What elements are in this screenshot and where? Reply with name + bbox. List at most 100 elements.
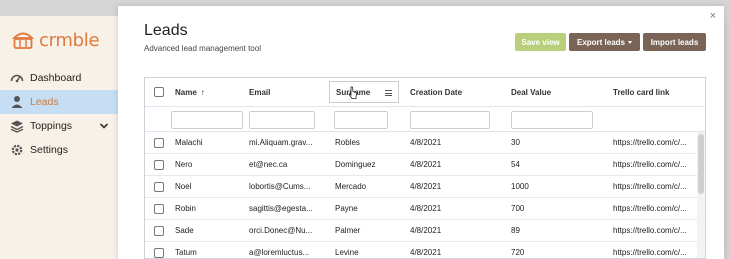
filter-input-surname[interactable] <box>334 111 388 129</box>
grid-body: Malachi mi.Aliquam.grav... Robles 4/8/20… <box>145 132 705 258</box>
cell-name: Nero <box>175 160 193 169</box>
cell-email: sagittis@egesta... <box>249 204 313 213</box>
sidebar-item-dashboard[interactable]: Dashboard <box>0 66 118 90</box>
cell-trello-link[interactable]: https://trello.com/c/... <box>613 132 697 154</box>
column-header-creation-date[interactable]: Creation Date <box>410 78 462 106</box>
sidebar-item-leads[interactable]: Leads <box>0 90 118 114</box>
cell-surname: Levine <box>335 248 359 257</box>
cell-surname: Payne <box>335 204 358 213</box>
save-view-label: Save view <box>521 37 560 47</box>
cell-creation-date: 4/8/2021 <box>410 248 442 257</box>
import-leads-button[interactable]: Import leads <box>643 33 706 51</box>
caret-down-icon <box>628 40 632 44</box>
import-leads-label: Import leads <box>650 37 699 47</box>
table-row[interactable]: Noel lobortis@Cums... Mercado 4/8/2021 1… <box>145 176 705 198</box>
sidebar-item-settings[interactable]: Settings <box>0 138 118 162</box>
column-header-surname[interactable]: Surname <box>329 81 399 103</box>
cell-surname: Palmer <box>335 226 361 235</box>
sidebar: crmble Dashboard Leads Toppings Settings <box>0 16 118 259</box>
column-header-label: Name <box>175 87 197 97</box>
save-view-button[interactable]: Save view <box>515 33 566 51</box>
sidebar-item-label: Settings <box>30 144 68 156</box>
cell-email: a@loremluctus... <box>249 248 310 257</box>
row-checkbox[interactable] <box>154 160 164 170</box>
cell-deal-value: 30 <box>511 138 520 147</box>
leads-modal: × Leads Advanced lead management tool Sa… <box>118 6 724 259</box>
sort-ascending-icon[interactable]: ↑ <box>201 88 205 97</box>
export-leads-button[interactable]: Export leads <box>569 33 640 51</box>
cell-creation-date: 4/8/2021 <box>410 138 442 147</box>
column-menu-icon[interactable] <box>385 90 392 96</box>
cell-creation-date: 4/8/2021 <box>410 160 442 169</box>
cell-name: Malachi <box>175 138 203 147</box>
column-header-label: Creation Date <box>410 87 463 97</box>
table-row[interactable]: Robin sagittis@egesta... Payne 4/8/2021 … <box>145 198 705 220</box>
checkbox[interactable] <box>154 87 164 97</box>
filter-input-email[interactable] <box>249 111 315 129</box>
cell-deal-value: 700 <box>511 204 525 213</box>
cell-trello-link[interactable]: https://trello.com/c/... <box>613 198 697 220</box>
row-checkbox[interactable] <box>154 204 164 214</box>
close-icon[interactable]: × <box>710 10 716 22</box>
cell-surname: Robles <box>335 138 360 147</box>
cell-creation-date: 4/8/2021 <box>410 204 442 213</box>
export-leads-label: Export leads <box>576 37 625 47</box>
grid-header: Name ↑ Email Surname Creation Date Deal … <box>145 78 705 106</box>
table-row[interactable]: Malachi mi.Aliquam.grav... Robles 4/8/20… <box>145 132 705 154</box>
row-checkbox[interactable] <box>154 226 164 236</box>
cell-email: orci.Donec@Nu... <box>249 226 313 235</box>
row-checkbox[interactable] <box>154 138 164 148</box>
dashboard-icon <box>10 74 24 83</box>
cell-trello-link[interactable]: https://trello.com/c/... <box>613 176 697 198</box>
column-header-deal-value[interactable]: Deal Value <box>511 78 551 106</box>
layers-icon <box>10 120 24 133</box>
sidebar-item-label: Toppings <box>30 120 73 132</box>
crumble-logo-icon <box>12 32 34 49</box>
table-row[interactable]: Tatum a@loremluctus... Levine 4/8/2021 7… <box>145 242 705 258</box>
leads-grid: Name ↑ Email Surname Creation Date Deal … <box>144 77 706 259</box>
cell-trello-link[interactable]: https://trello.com/c/... <box>613 220 697 242</box>
sidebar-item-label: Dashboard <box>30 72 82 84</box>
sidebar-nav: Dashboard Leads Toppings Settings <box>0 66 118 162</box>
row-checkbox[interactable] <box>154 248 164 258</box>
column-header-email[interactable]: Email <box>249 78 270 106</box>
table-row[interactable]: Sade orci.Donec@Nu... Palmer 4/8/2021 89… <box>145 220 705 242</box>
cell-deal-value: 89 <box>511 226 520 235</box>
sidebar-item-label: Leads <box>30 96 59 108</box>
cell-trello-link[interactable]: https://trello.com/c/... <box>613 242 697 258</box>
cell-email: et@nec.ca <box>249 160 288 169</box>
column-header-name[interactable]: Name ↑ <box>175 78 205 106</box>
cell-name: Sade <box>175 226 194 235</box>
vertical-scrollbar[interactable] <box>697 132 705 258</box>
cell-deal-value: 1000 <box>511 182 529 191</box>
cell-creation-date: 4/8/2021 <box>410 226 442 235</box>
chevron-down-icon[interactable] <box>98 120 110 132</box>
logo[interactable]: crmble <box>12 26 100 54</box>
filter-input-deal-value[interactable] <box>511 111 593 129</box>
column-header-trello-link[interactable]: Trello card link <box>613 78 669 106</box>
cell-deal-value: 720 <box>511 248 525 257</box>
gear-icon <box>11 144 23 156</box>
user-icon <box>11 96 23 108</box>
sidebar-item-toppings[interactable]: Toppings <box>0 114 118 138</box>
brand-name: crmble <box>39 29 100 51</box>
select-all-checkbox[interactable] <box>154 78 164 106</box>
cell-email: mi.Aliquam.grav... <box>249 138 313 147</box>
page-subtitle: Advanced lead management tool <box>144 44 261 53</box>
filter-row <box>145 106 705 132</box>
cell-name: Robin <box>175 204 196 213</box>
filter-input-name[interactable] <box>171 111 243 129</box>
row-checkbox[interactable] <box>154 182 164 192</box>
column-header-label: Deal Value <box>511 87 552 97</box>
cell-deal-value: 54 <box>511 160 520 169</box>
filter-input-creation-date[interactable] <box>410 111 490 129</box>
scrollbar-thumb[interactable] <box>698 134 704 194</box>
cell-creation-date: 4/8/2021 <box>410 182 442 191</box>
page-title: Leads <box>144 22 188 39</box>
cell-email: lobortis@Cums... <box>249 182 311 191</box>
mouse-cursor-icon <box>348 86 357 99</box>
column-header-label: Email <box>249 87 271 97</box>
cell-trello-link[interactable]: https://trello.com/c/... <box>613 154 697 176</box>
table-row[interactable]: Nero et@nec.ca Dominguez 4/8/2021 54 htt… <box>145 154 705 176</box>
cell-name: Tatum <box>175 248 197 257</box>
